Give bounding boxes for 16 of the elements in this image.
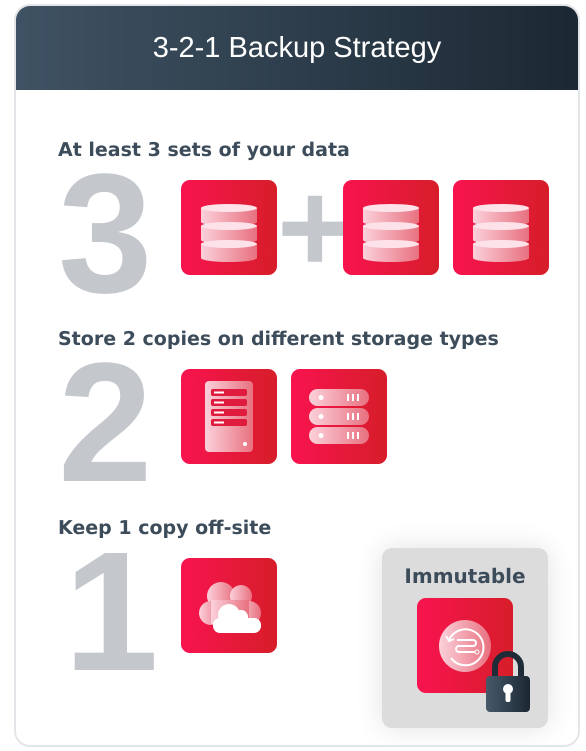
step-numeral: 3: [58, 166, 153, 302]
plus-sign: +: [277, 180, 343, 275]
step-numeral: 1: [64, 544, 159, 680]
database-icon: [181, 180, 277, 275]
step-heading: Keep 1 copy off-site: [58, 516, 272, 540]
server-rack-icon: [291, 369, 387, 464]
step-numeral: 2: [58, 355, 153, 491]
step-heading: At least 3 sets of your data: [58, 138, 351, 162]
restore-icon: [417, 598, 513, 693]
database-icon: [453, 180, 549, 275]
server-tower-icon: [181, 369, 277, 464]
card-title: 3-2-1 Backup Strategy: [152, 32, 442, 64]
panel-label: Immutable: [404, 564, 526, 588]
database-icon: [343, 180, 439, 275]
step-heading: Store 2 copies on different storage types: [58, 327, 500, 351]
cloud-icon: [181, 558, 277, 653]
